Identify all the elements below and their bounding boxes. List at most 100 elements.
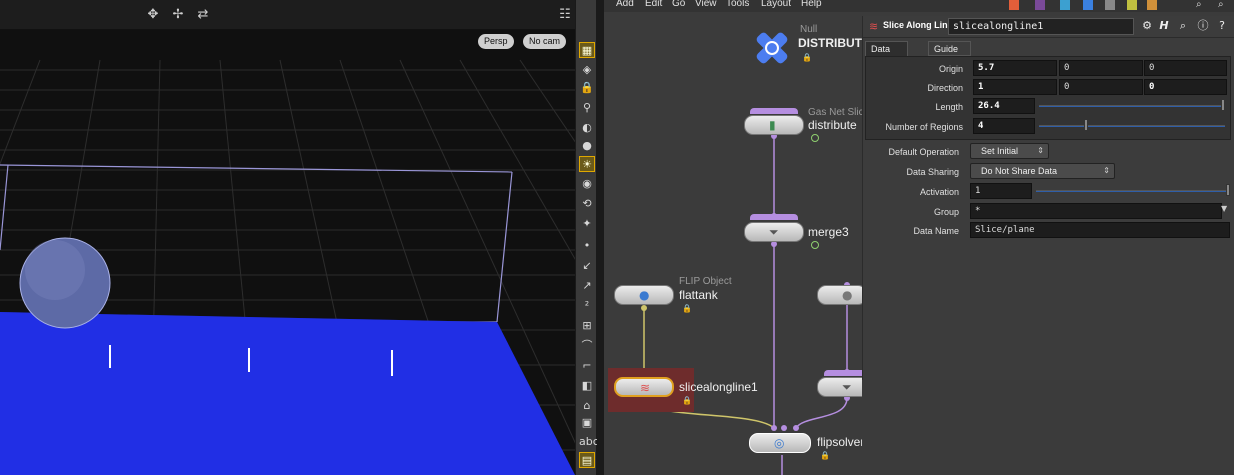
slicealongline-node-name: slicealongline1: [679, 380, 758, 394]
gasnet-node[interactable]: ▮: [744, 115, 804, 135]
search-icon[interactable]: ⌕: [1176, 19, 1190, 33]
flip-solver-icon: ◎: [774, 436, 785, 450]
lock-icon[interactable]: 🔒: [579, 80, 595, 96]
slicealongline-lock-icon[interactable]: 🔒: [682, 396, 692, 405]
activation-field[interactable]: 1: [970, 183, 1032, 199]
light-icon[interactable]: ●: [579, 138, 595, 154]
point-display-icon[interactable]: •: [579, 238, 595, 254]
direction-z-field[interactable]: 0: [1144, 79, 1227, 95]
flattank-node[interactable]: ●: [614, 285, 674, 305]
camera-icon[interactable]: ◉: [579, 176, 595, 192]
flattank-lock-icon[interactable]: 🔒: [682, 304, 692, 313]
merge-icon: ⏷: [769, 225, 779, 239]
parameter-panel: ≋ Slice Along Line slicealongline1 ⚙ H ⌕…: [862, 16, 1234, 380]
flattank-node-name: flattank: [679, 288, 718, 302]
regions-field[interactable]: 4: [973, 118, 1035, 134]
primitive-display-icon[interactable]: ⊞: [579, 318, 595, 334]
flattank-node-type: FLIP Object: [679, 276, 732, 287]
flipsolver-node[interactable]: ◎: [749, 433, 811, 453]
data-name-label: Data Name: [913, 226, 959, 236]
scene-viewport[interactable]: ✥ ✢ ⇄ ☷ Persp No cam: [0, 0, 575, 475]
activation-label: Activation: [919, 187, 959, 197]
collision-node[interactable]: ●: [817, 285, 867, 305]
backface-icon[interactable]: ◧: [579, 378, 595, 394]
origin-y-field[interactable]: 0: [1059, 60, 1143, 76]
houdini-window: ✥ ✢ ⇄ ☷ Persp No cam ▦ ◈ 🔒 ⚲ ◐ ● ☀ ◉ ⟲ ✦…: [0, 0, 1234, 475]
length-slider[interactable]: [1039, 105, 1225, 107]
default-operation-select[interactable]: Set Initial ⇕: [970, 143, 1049, 159]
edge-display-icon[interactable]: ⌐: [579, 358, 595, 374]
vector-display-icon[interactable]: ↗: [579, 278, 595, 294]
node-name-field[interactable]: slicealongline1: [948, 18, 1134, 35]
default-operation-value: Set Initial: [981, 146, 1019, 156]
group-field[interactable]: *: [970, 203, 1222, 219]
normal-display-icon[interactable]: ↙: [579, 258, 595, 274]
pane-divider[interactable]: [597, 0, 604, 475]
null-node-type: Null: [800, 24, 818, 35]
question-icon[interactable]: ?: [1215, 19, 1229, 33]
flip-object-icon: ●: [639, 288, 650, 302]
merge3-node[interactable]: ⏷: [744, 222, 804, 242]
null-lock-icon[interactable]: 🔒: [802, 53, 812, 62]
visualize-icon[interactable]: ▣: [579, 415, 595, 431]
direction-label: Direction: [927, 83, 963, 93]
ghost-icon[interactable]: ◈: [579, 62, 595, 78]
origin-z-field[interactable]: 0: [1144, 60, 1227, 76]
template-display-icon[interactable]: ⌂: [579, 398, 595, 414]
gasnet-icon: ▮: [769, 118, 776, 132]
group-dropdown-icon[interactable]: ▼: [1221, 204, 1227, 213]
length-slider-handle[interactable]: [1221, 99, 1225, 111]
default-operation-label: Default Operation: [888, 147, 959, 157]
collision-icon: ●: [842, 288, 853, 302]
scene-view-icon[interactable]: ▤: [579, 452, 595, 468]
direction-y-field[interactable]: 0: [1059, 79, 1143, 95]
data-name-field[interactable]: Slice/plane: [970, 222, 1230, 238]
help-icon[interactable]: H: [1157, 19, 1171, 33]
regions-slider[interactable]: [1039, 125, 1225, 127]
null-node-icon[interactable]: [752, 28, 792, 68]
data-sharing-label: Data Sharing: [906, 167, 959, 177]
merge3-status-dot: [811, 241, 819, 249]
gasnet-node-name: distribute: [808, 118, 857, 132]
snap-icon[interactable]: ⟲: [579, 196, 595, 212]
number-display-icon[interactable]: ²: [579, 298, 595, 314]
direction-x-field[interactable]: 1: [973, 79, 1057, 95]
merge3-node-name: merge3: [808, 225, 849, 239]
tab-data-options[interactable]: Data Options: [865, 41, 909, 68]
activation-slider[interactable]: [1036, 190, 1228, 192]
merge3-flag: [750, 214, 798, 220]
data-sharing-value: Do Not Share Data: [981, 166, 1058, 176]
parameter-header: ≋ Slice Along Line slicealongline1 ⚙ H ⌕…: [863, 16, 1234, 38]
origin-label: Origin: [938, 64, 963, 74]
projection-menu[interactable]: Persp: [478, 34, 514, 49]
camera-menu[interactable]: No cam: [523, 34, 567, 49]
origin-x-field[interactable]: 5.7: [973, 60, 1057, 76]
hull-display-icon[interactable]: ⌒: [579, 338, 595, 354]
pin-icon[interactable]: ⚲: [579, 100, 595, 116]
shading-icon[interactable]: ◐: [579, 120, 595, 136]
gasnet-flag: [750, 108, 798, 114]
slicealongline-node[interactable]: ≋: [614, 377, 674, 397]
length-label: Length: [935, 102, 963, 112]
activation-slider-handle[interactable]: [1226, 184, 1230, 196]
viewport-tool-strip: ▦ ◈ 🔒 ⚲ ◐ ● ☀ ◉ ⟲ ✦ • ↙ ↗ ² ⊞ ⌒ ⌐ ◧ ⌂ ▣ …: [575, 0, 599, 475]
chevron-updown-icon: ⇕: [1103, 166, 1110, 175]
length-field[interactable]: 26.4: [973, 98, 1035, 114]
selection-mode-icon[interactable]: ▦: [579, 42, 595, 58]
gasnet-node-type: Gas Net Slice: [808, 107, 870, 118]
merge2-icon: ⏷: [842, 380, 852, 394]
chevron-updown-icon: ⇕: [1037, 146, 1044, 155]
regions-slider-handle[interactable]: [1084, 119, 1088, 131]
text-display-icon[interactable]: abc: [579, 434, 599, 450]
slice-icon: ≋: [869, 20, 879, 33]
data-sharing-select[interactable]: Do Not Share Data ⇕: [970, 163, 1115, 179]
transform-icon[interactable]: ✦: [579, 216, 595, 232]
null-node-name: DISTRIBUTE: [798, 36, 870, 50]
flipsolver-lock-icon[interactable]: 🔒: [820, 451, 830, 460]
viewport-scene: [0, 59, 575, 475]
tab-guide-options[interactable]: Guide Options: [928, 41, 972, 68]
headlight-icon[interactable]: ☀: [579, 156, 595, 172]
info-icon[interactable]: ⓘ: [1196, 19, 1210, 33]
gear-icon[interactable]: ⚙: [1140, 19, 1154, 33]
regions-label: Number of Regions: [885, 122, 963, 132]
